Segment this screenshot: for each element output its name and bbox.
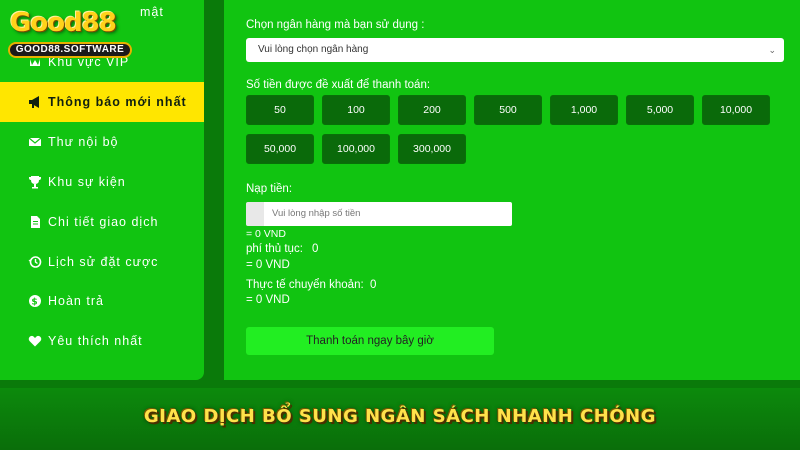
sidebar-item-transactions[interactable]: Chi tiết giao dịch — [0, 202, 204, 242]
amount-button-5000[interactable]: 5,000 — [626, 95, 694, 125]
heart-icon — [28, 334, 42, 348]
caption-text: GIAO DỊCH BỔ SUNG NGÂN SÁCH NHANH CHÓNG — [143, 406, 657, 427]
sidebar-item-label: Yêu thích nhất — [48, 334, 143, 348]
pay-now-button[interactable]: Thanh toán ngay bây giờ — [246, 327, 494, 355]
amount-button-50[interactable]: 50 — [246, 95, 314, 125]
amount-button-100[interactable]: 100 — [322, 95, 390, 125]
fee-vnd-equivalent: = 0 VND — [246, 259, 290, 271]
amount-button-50000[interactable]: 50,000 — [246, 134, 314, 164]
bank-select-label: Chọn ngân hàng mà bạn sử dụng : — [246, 19, 425, 31]
deposit-panel: Chọn ngân hàng mà bạn sử dụng : Vui lòng… — [224, 0, 800, 380]
bank-select-value: Vui lòng chọn ngân hàng — [258, 44, 369, 55]
amount-button-500[interactable]: 500 — [474, 95, 542, 125]
amount-button-300000[interactable]: 300,000 — [398, 134, 466, 164]
suggested-amounts-label: Số tiền được đề xuất để thanh toán: — [246, 79, 431, 91]
sidebar-item-label: Chi tiết giao dịch — [48, 215, 159, 229]
deposit-input-placeholder: Vui lòng nhập số tiền — [272, 208, 361, 219]
deposit-vnd-equivalent: = 0 VND — [246, 228, 286, 240]
sidebar-item-rebate[interactable]: $ Hoàn trả — [0, 281, 204, 321]
amount-button-1000[interactable]: 1,000 — [550, 95, 618, 125]
sidebar-item-label: Thư nội bộ — [48, 135, 119, 149]
deposit-label: Nạp tiền: — [246, 183, 293, 195]
sidebar-item-favorites[interactable]: Yêu thích nhất — [0, 321, 204, 361]
chevron-down-icon: ⌄ — [768, 45, 776, 55]
sidebar-item-bet-history[interactable]: Lịch sử đặt cược — [0, 242, 204, 282]
sidebar-item-inbox[interactable]: Thư nội bộ — [0, 122, 204, 162]
actual-transfer-label: Thực tế chuyển khoản: — [246, 279, 364, 291]
coin-icon: $ — [28, 294, 42, 308]
sidebar-item-label: Thông báo mới nhất — [48, 95, 187, 109]
sidebar-item-notifications[interactable]: Thông báo mới nhất — [0, 82, 204, 122]
amount-button-200[interactable]: 200 — [398, 95, 466, 125]
mail-icon — [28, 135, 42, 149]
fee-value: 0 — [312, 243, 319, 255]
deposit-amount-input[interactable]: Vui lòng nhập số tiền — [246, 202, 512, 226]
amount-button-10000[interactable]: 10,000 — [702, 95, 770, 125]
sidebar: mật Khu vực VIP Thông báo mới nhất Thư n… — [0, 0, 204, 380]
sidebar-item-label: Khu sự kiện — [48, 175, 126, 189]
sidebar-item-label: Hoàn trả — [48, 294, 104, 308]
logo-wordmark: Good88 — [10, 8, 117, 38]
fee-label: phí thủ tục: — [246, 243, 303, 255]
logo-domain-badge: GOOD88.SOFTWARE — [8, 42, 132, 58]
trophy-icon — [28, 175, 42, 189]
history-icon — [28, 255, 42, 269]
document-icon — [28, 215, 42, 229]
actual-transfer-value: 0 — [370, 279, 377, 291]
actual-transfer-vnd-equivalent: = 0 VND — [246, 294, 290, 306]
amount-button-100000[interactable]: 100,000 — [322, 134, 390, 164]
bank-select[interactable]: Vui lòng chọn ngân hàng ⌄ — [246, 38, 784, 62]
sidebar-item-label: Lịch sử đặt cược — [48, 255, 159, 269]
brand-logo: Good88 GOOD88.SOFTWARE — [4, 6, 132, 60]
sidebar-item-label: mật — [140, 5, 164, 19]
megaphone-icon — [28, 95, 42, 109]
sidebar-item-events[interactable]: Khu sự kiện — [0, 162, 204, 202]
svg-text:$: $ — [31, 298, 38, 308]
